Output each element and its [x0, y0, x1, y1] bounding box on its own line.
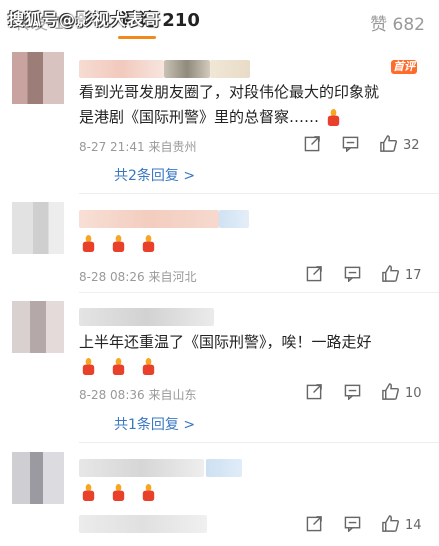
- comment-icon: [342, 135, 359, 156]
- share-icon: [306, 383, 323, 404]
- comment-text: 上半年还重温了《国际刑警》，唉！一路走好: [79, 333, 372, 351]
- comment-tab-bar: 转发 109 评论 210 赞 682 搜狐号@影视大表哥: [0, 0, 439, 44]
- view-replies-link[interactable]: 共1条回复 >: [114, 414, 195, 434]
- like-button[interactable]: 10: [381, 382, 422, 405]
- like-count: 10: [405, 386, 422, 401]
- divider: [79, 292, 439, 293]
- candle-emoji-icon: [139, 234, 158, 253]
- active-tab-indicator: [118, 36, 156, 39]
- user-tag-blurred: [210, 60, 250, 78]
- avatar[interactable]: [12, 202, 64, 254]
- comment-text-line: 看到光哥发朋友圈了，对段伟伦最大的印象就: [79, 83, 380, 101]
- reply-button[interactable]: [344, 265, 361, 286]
- candle-emoji-icon: [79, 483, 98, 502]
- candle-emoji-icon: [109, 234, 128, 253]
- like-count: 32: [403, 138, 420, 153]
- avatar[interactable]: [12, 301, 64, 353]
- comment-meta: 8-28 08:36 来自山东: [79, 388, 197, 402]
- user-badge-blurred: [206, 459, 242, 477]
- share-icon: [304, 135, 321, 156]
- reply-button[interactable]: [344, 515, 361, 536]
- share-icon: [306, 515, 323, 536]
- candle-emoji-icon: [109, 483, 128, 502]
- share-button[interactable]: [304, 135, 321, 156]
- view-replies-link[interactable]: 共2条回复 >: [114, 165, 195, 185]
- username-blurred[interactable]: [79, 210, 219, 228]
- tab-likes[interactable]: 赞 682: [370, 10, 425, 35]
- like-count: 14: [405, 518, 422, 533]
- comment-emoji-row: [79, 482, 164, 502]
- divider: [79, 442, 439, 443]
- candle-emoji-icon: [139, 357, 158, 376]
- watermark: 搜狐号@影视大表哥: [8, 10, 162, 29]
- candle-emoji-icon: [139, 483, 158, 502]
- first-comment-badge: 首评: [391, 60, 417, 74]
- comment-meta: 8-28 08:26 来自河北: [79, 270, 197, 284]
- username-blurred[interactable]: [79, 308, 214, 326]
- candle-emoji-icon: [324, 108, 343, 127]
- like-count: 17: [405, 268, 422, 283]
- thumbs-up-icon: [379, 134, 398, 157]
- like-button[interactable]: 17: [381, 264, 422, 287]
- avatar[interactable]: [12, 52, 64, 104]
- meta-blurred: [79, 515, 207, 533]
- comment-icon: [344, 383, 361, 404]
- comment-text-line: 是港剧《国际刑警》里的总督察……: [79, 105, 419, 129]
- divider: [79, 193, 439, 194]
- share-button[interactable]: [306, 515, 323, 536]
- comment-text: 是港剧《国际刑警》里的总督察……: [79, 108, 320, 126]
- share-button[interactable]: [306, 383, 323, 404]
- candle-emoji-icon: [79, 357, 98, 376]
- share-button[interactable]: [306, 265, 323, 286]
- share-icon: [306, 265, 323, 286]
- reply-button[interactable]: [344, 383, 361, 404]
- like-button[interactable]: 14: [381, 514, 422, 537]
- comment-emoji-row: [79, 356, 164, 376]
- reply-button[interactable]: [342, 135, 359, 156]
- comment-icon: [344, 515, 361, 536]
- thumbs-up-icon: [381, 264, 400, 287]
- candle-emoji-icon: [109, 357, 128, 376]
- user-badge-blurred: [219, 210, 249, 228]
- thumbs-up-icon: [381, 382, 400, 405]
- comment-icon: [344, 265, 361, 286]
- user-badge-blurred: [164, 60, 210, 78]
- comment-emoji-row: [79, 233, 164, 253]
- like-button[interactable]: 32: [379, 134, 420, 157]
- avatar[interactable]: [12, 452, 64, 504]
- candle-emoji-icon: [79, 234, 98, 253]
- username-blurred[interactable]: [79, 459, 204, 477]
- username-blurred[interactable]: [79, 60, 164, 78]
- thumbs-up-icon: [381, 514, 400, 537]
- comment-meta: 8-27 21:41 来自贵州: [79, 140, 197, 154]
